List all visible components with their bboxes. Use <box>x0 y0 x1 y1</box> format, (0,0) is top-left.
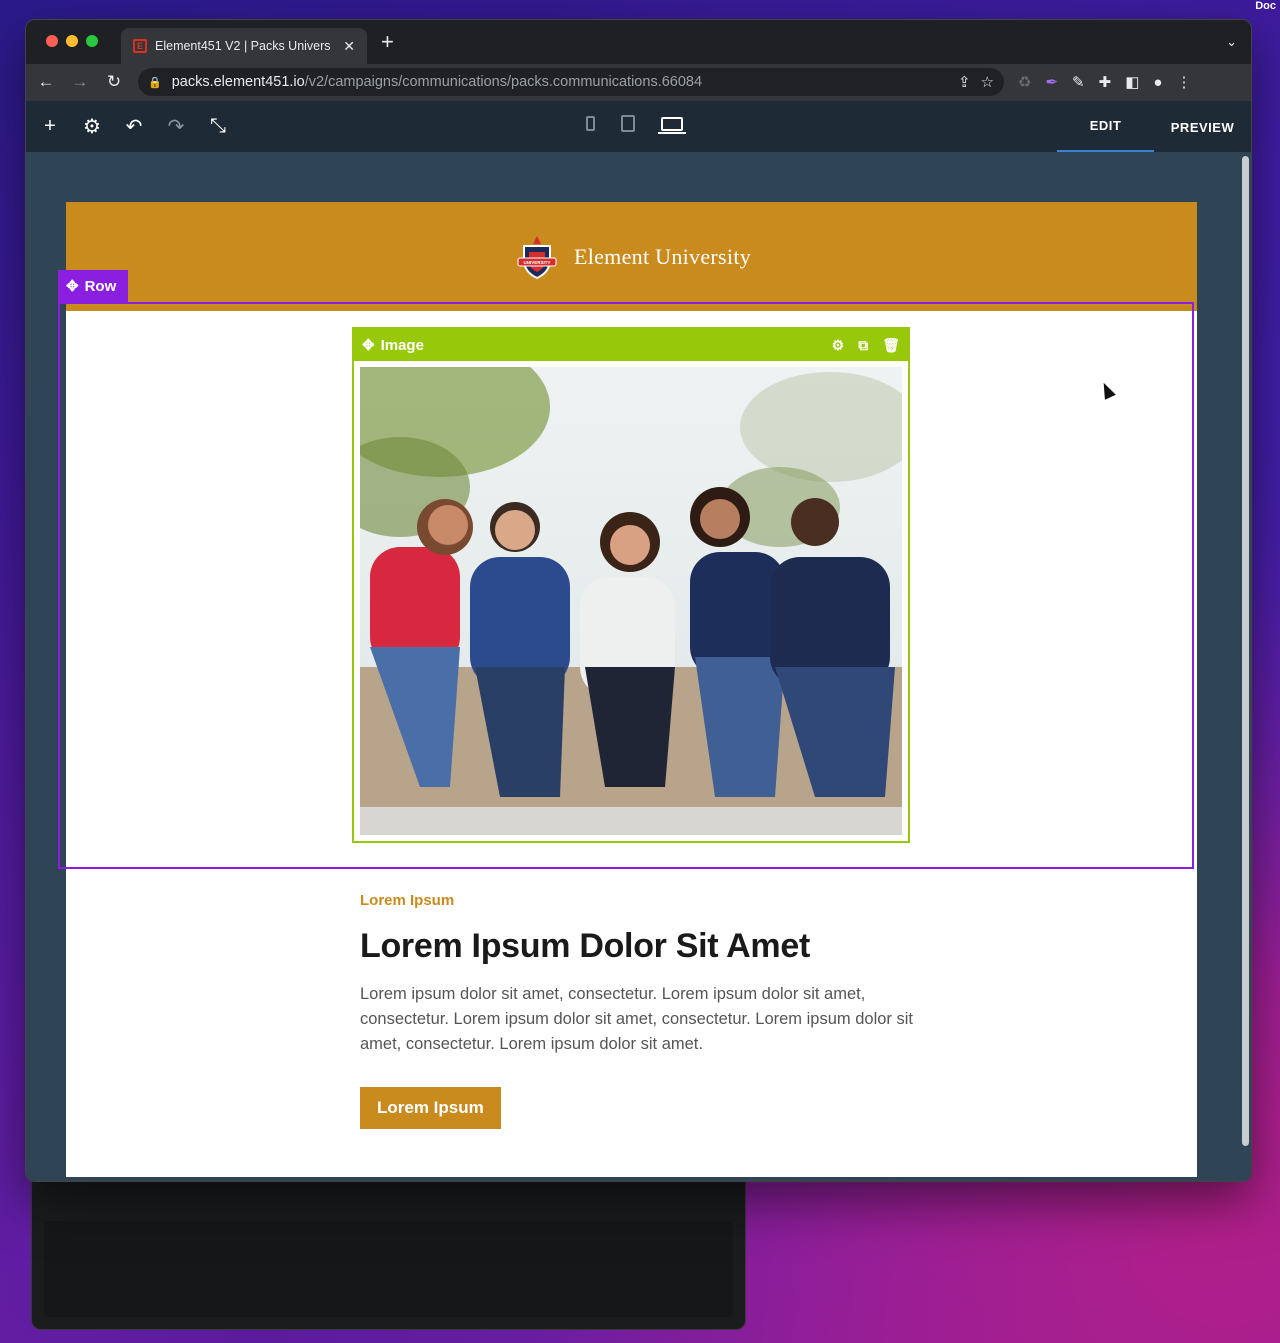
students-photo[interactable] <box>360 367 902 835</box>
pen-extension-icon[interactable]: ✎ <box>1072 73 1085 91</box>
mode-tabs: EDIT PREVIEW <box>1057 101 1251 153</box>
tab-preview[interactable]: PREVIEW <box>1154 101 1251 153</box>
crest-banner-text: UNIVERSITY <box>523 260 550 265</box>
add-block-plus-icon[interactable]: + <box>40 115 60 138</box>
desktop-corner-label: Doc <box>1255 0 1276 12</box>
browser-menu-icon[interactable]: ⋮ <box>1176 73 1191 91</box>
delete-trash-icon[interactable]: 🗑 <box>882 337 900 354</box>
tab-title: Element451 V2 | Packs Univers <box>155 39 331 53</box>
redo-icon[interactable]: ↷ <box>166 114 186 139</box>
body-paragraph[interactable]: Lorem ipsum dolor sit amet, consectetur.… <box>360 982 920 1057</box>
row-handle[interactable]: ✥ Row <box>58 270 128 302</box>
headline[interactable]: Lorem Ipsum Dolor Sit Amet <box>360 927 920 966</box>
move-arrows-icon: ✥ <box>66 278 79 295</box>
close-tab-icon[interactable]: ✕ <box>343 38 355 55</box>
new-tab-button[interactable]: + <box>381 31 394 53</box>
reload-button[interactable]: ↻ <box>104 72 124 92</box>
canvas-scrollbar[interactable] <box>1242 156 1249 1146</box>
university-crest-logo: UNIVERSITY <box>512 232 562 282</box>
text-content: Lorem Ipsum Lorem Ipsum Dolor Sit Amet L… <box>360 892 920 1129</box>
undo-icon[interactable]: ↶ <box>124 114 144 139</box>
bookmark-star-icon[interactable]: ☆ <box>981 73 994 91</box>
window-controls <box>46 35 98 47</box>
mobile-device-icon[interactable] <box>586 116 595 131</box>
back-button[interactable]: ← <box>36 72 56 92</box>
url-host: packs.element451.io <box>171 74 305 90</box>
tab-bar: E Element451 V2 | Packs Univers ✕ + ⌄ <box>26 20 1251 64</box>
minimize-window-button[interactable] <box>66 35 78 47</box>
element451-favicon-icon: E <box>133 39 147 53</box>
desktop-device-icon[interactable] <box>658 116 686 134</box>
url-input[interactable]: 🔒 packs.element451.io/v2/campaigns/commu… <box>138 68 1004 96</box>
editor-canvas: UNIVERSITY Element University ✥ Row ✥ Im… <box>26 152 1251 1181</box>
device-switcher <box>586 115 686 134</box>
tab-search-chevron-icon[interactable]: ⌄ <box>1226 34 1237 50</box>
image-block-handle[interactable]: ✥ Image ⚙ ⧉ 🗑 <box>354 329 908 361</box>
collapse-arrows-icon[interactable]: ⤡ <box>208 115 228 138</box>
forward-button[interactable]: → <box>70 72 90 92</box>
browser-tab[interactable]: E Element451 V2 | Packs Univers ✕ <box>121 28 367 64</box>
side-panel-icon[interactable]: ◧ <box>1125 73 1139 91</box>
puzzle-extensions-icon[interactable]: ✚ <box>1099 73 1112 91</box>
tablet-device-icon[interactable] <box>621 115 635 132</box>
email-body: UNIVERSITY Element University ✥ Row ✥ Im… <box>58 202 1197 1177</box>
address-bar-row: ← → ↻ 🔒 packs.element451.io/v2/campaigns… <box>26 64 1251 100</box>
share-icon[interactable]: ⇪ <box>958 73 971 91</box>
tab-edit[interactable]: EDIT <box>1057 101 1154 153</box>
browser-window: E Element451 V2 | Packs Univers ✕ + ⌄ ← … <box>25 19 1252 1182</box>
image-label: Image <box>380 336 424 354</box>
extensions-toolbar: ♻ ✒ ✎ ✚ ◧ ● ⋮ <box>1018 73 1191 92</box>
background-window <box>31 1160 746 1330</box>
duplicate-block-icon[interactable]: ⧉ <box>858 337 868 354</box>
zoom-window-button[interactable] <box>86 35 98 47</box>
url-path: /v2/campaigns/communications/packs.commu… <box>304 74 703 90</box>
settings-gear-icon[interactable]: ⚙ <box>82 114 102 139</box>
email-header[interactable]: UNIVERSITY Element University <box>66 202 1197 311</box>
recycle-extension-icon[interactable]: ♻ <box>1018 73 1031 91</box>
editor-toolbar: + ⚙ ↶ ↷ ⤡ EDIT PREVIEW <box>26 100 1251 153</box>
close-window-button[interactable] <box>46 35 58 47</box>
feather-extension-icon[interactable]: ✒ <box>1045 73 1058 91</box>
move-arrows-icon: ✥ <box>362 337 375 354</box>
cta-button[interactable]: Lorem Ipsum <box>360 1087 501 1129</box>
block-settings-gear-icon[interactable]: ⚙ <box>832 337 845 354</box>
brand-name: Element University <box>573 243 752 269</box>
image-block[interactable]: ✥ Image ⚙ ⧉ 🗑 <box>352 327 910 843</box>
eyebrow-label[interactable]: Lorem Ipsum <box>360 892 920 909</box>
row-label: Row <box>84 277 117 295</box>
profile-avatar-icon[interactable]: ● <box>1153 74 1162 91</box>
lock-icon[interactable]: 🔒 <box>148 76 162 89</box>
